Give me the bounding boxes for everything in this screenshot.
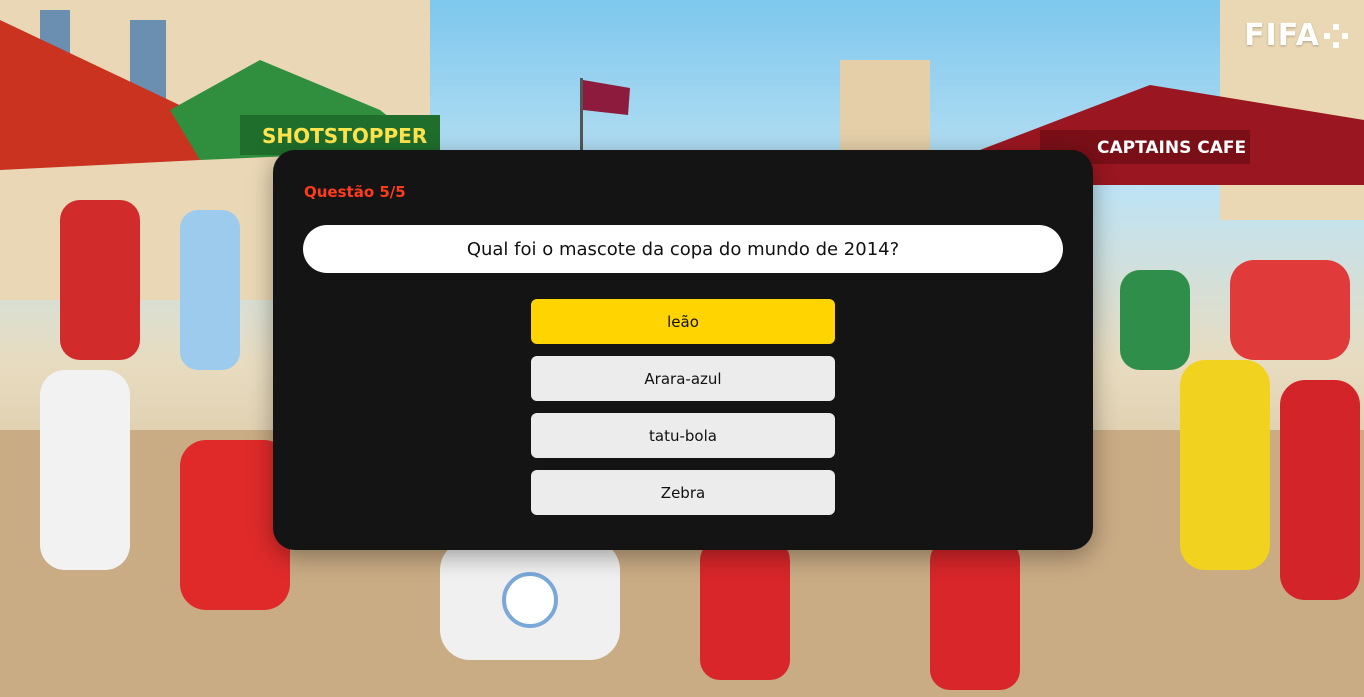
page: SHOTSTOPPER CAPTAINS CAFE FIFA Questão 5… bbox=[0, 0, 1364, 697]
answer-option-1[interactable]: leão bbox=[531, 299, 835, 344]
quiz-panel: Questão 5/5 Qual foi o mascote da copa d… bbox=[273, 150, 1093, 550]
answer-option-2[interactable]: Arara-azul bbox=[531, 356, 835, 401]
answer-option-4[interactable]: Zebra bbox=[531, 470, 835, 515]
answer-options: leão Arara-azul tatu-bola Zebra bbox=[531, 299, 835, 527]
fifa-plus-icon bbox=[1324, 23, 1348, 48]
shotstopper-sign: SHOTSTOPPER bbox=[262, 124, 427, 148]
fifa-logo: FIFA bbox=[1244, 18, 1348, 53]
captains-cafe-sign: CAPTAINS CAFE bbox=[1097, 138, 1246, 158]
question-text: Qual foi o mascote da copa do mundo de 2… bbox=[303, 225, 1063, 273]
fifa-logo-text: FIFA bbox=[1244, 18, 1320, 53]
question-counter: Questão 5/5 bbox=[304, 183, 406, 201]
answer-option-3[interactable]: tatu-bola bbox=[531, 413, 835, 458]
